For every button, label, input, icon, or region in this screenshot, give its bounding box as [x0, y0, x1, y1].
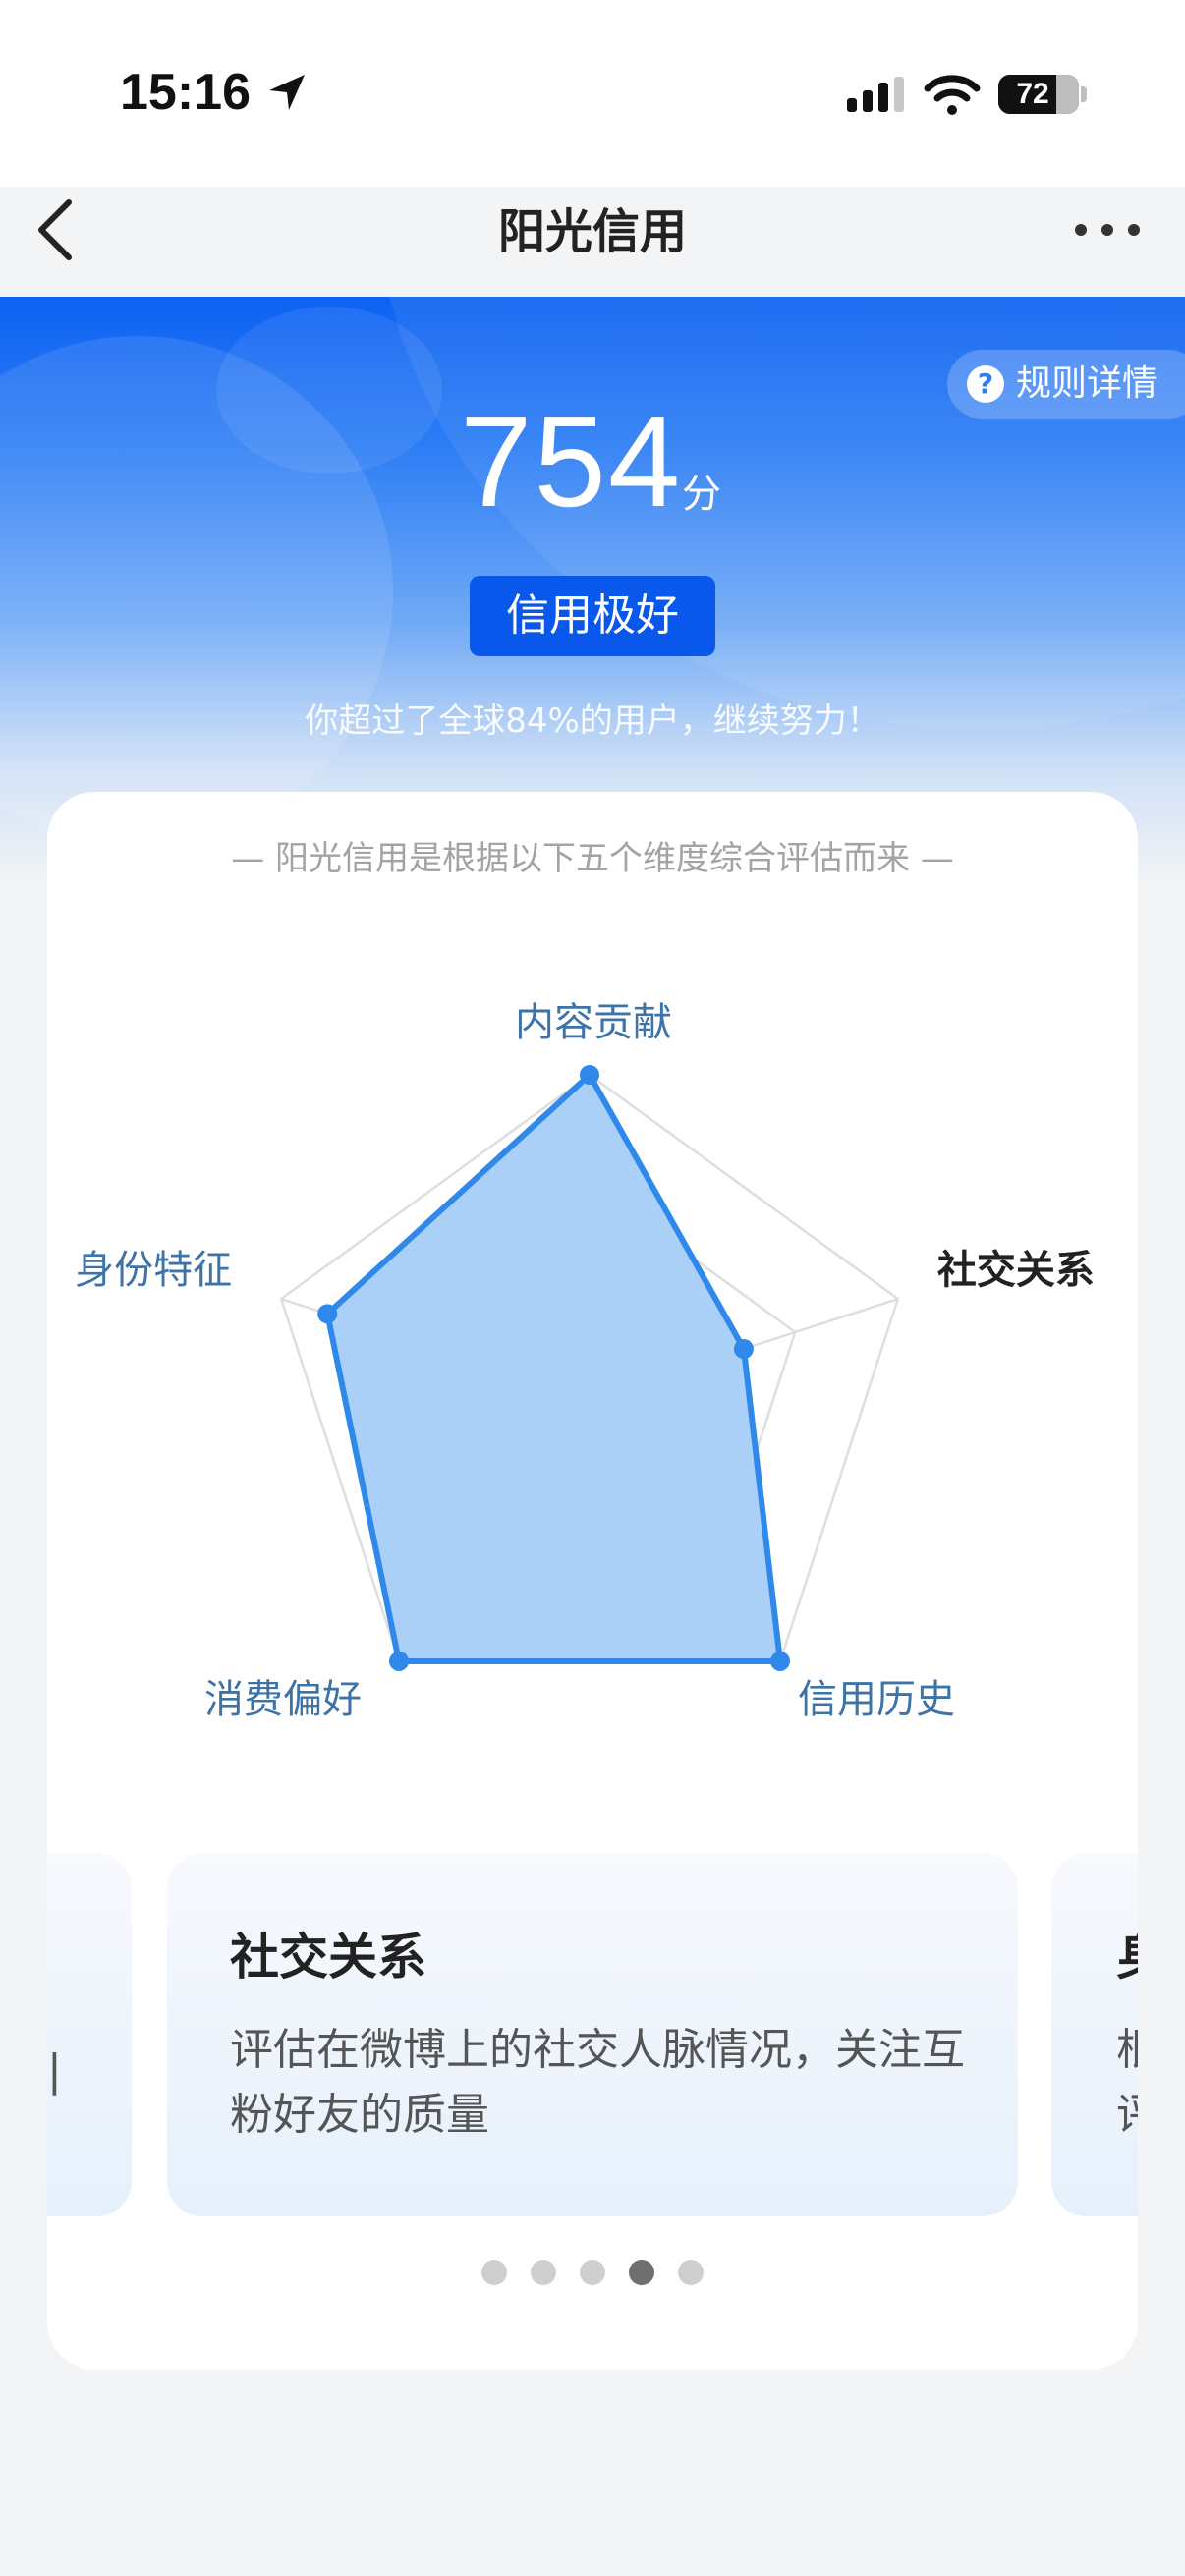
radar-label-5[interactable]: 身份特征: [75, 1238, 232, 1295]
next-card-title: 身: [1116, 1918, 1138, 1988]
carousel-card-prev[interactable]: |: [47, 1853, 132, 2216]
radar-label-4[interactable]: 消费偏好: [204, 1667, 362, 1724]
pagination-dot[interactable]: [531, 2260, 556, 2285]
rules-detail-button[interactable]: ? 规则详情: [947, 350, 1185, 419]
next-card-line: 根: [1116, 2018, 1138, 2083]
radar-point-2: [733, 1339, 754, 1360]
battery-nub: [1081, 86, 1087, 102]
credit-dimensions-card: — 阳光信用是根据以下五个维度综合评估而来 — 内容贡献 社交关系 信用历史 消费偏好…: [47, 792, 1138, 2370]
next-card-description: 根 评: [1116, 2018, 1138, 2148]
carousel-pagination: [47, 2260, 1138, 2289]
more-dots-icon[interactable]: [1073, 218, 1142, 242]
chevron-left-icon[interactable]: [29, 193, 79, 267]
pagination-dot[interactable]: [481, 2260, 507, 2285]
next-card-line: 评: [1116, 2083, 1138, 2148]
credit-score: 754: [460, 389, 683, 533]
cellular-signal-icon: [847, 77, 904, 112]
radar-point-1: [580, 1065, 599, 1085]
radar-label-2[interactable]: 社交关系: [937, 1238, 1095, 1295]
rules-detail-label: 规则详情: [1016, 364, 1158, 404]
page-title: 阳光信用: [497, 204, 687, 259]
status-time: 15:16: [120, 64, 251, 121]
wifi-icon: [924, 75, 981, 115]
dimension-title: 社交关系: [230, 1929, 426, 1986]
radar-label-3[interactable]: 信用历史: [798, 1667, 955, 1724]
battery-level: 72: [1016, 78, 1049, 110]
credit-level-badge: 信用极好: [470, 576, 715, 656]
battery-icon: 72: [998, 75, 1079, 114]
carousel-card-current[interactable]: 社交关系 评估在微博上的社交人脉情况，关注互粉好友的质量: [167, 1853, 1018, 2216]
pagination-dot[interactable]: [580, 2260, 605, 2285]
carousel-card-next[interactable]: 身 根 评: [1051, 1853, 1138, 2216]
question-icon: ?: [967, 365, 1004, 403]
radar-point-3: [769, 1651, 790, 1671]
radar-label-1[interactable]: 内容贡献: [515, 990, 672, 1047]
status-bar: 15:16 72: [0, 0, 1185, 187]
location-arrow-icon: [269, 75, 305, 110]
pagination-dot[interactable]: [678, 2260, 704, 2285]
percentile-text: 你超过了全球84%的用户，继续努力！: [305, 701, 880, 741]
prev-card-text: |: [47, 2045, 62, 2096]
radar-point-4: [389, 1651, 410, 1671]
radar-point-5: [317, 1304, 338, 1324]
score-unit: 分: [682, 472, 721, 517]
dimension-description: 评估在微博上的社交人脉情况，关注互粉好友的质量: [230, 2025, 965, 2140]
pagination-dot[interactable]: [629, 2260, 654, 2285]
